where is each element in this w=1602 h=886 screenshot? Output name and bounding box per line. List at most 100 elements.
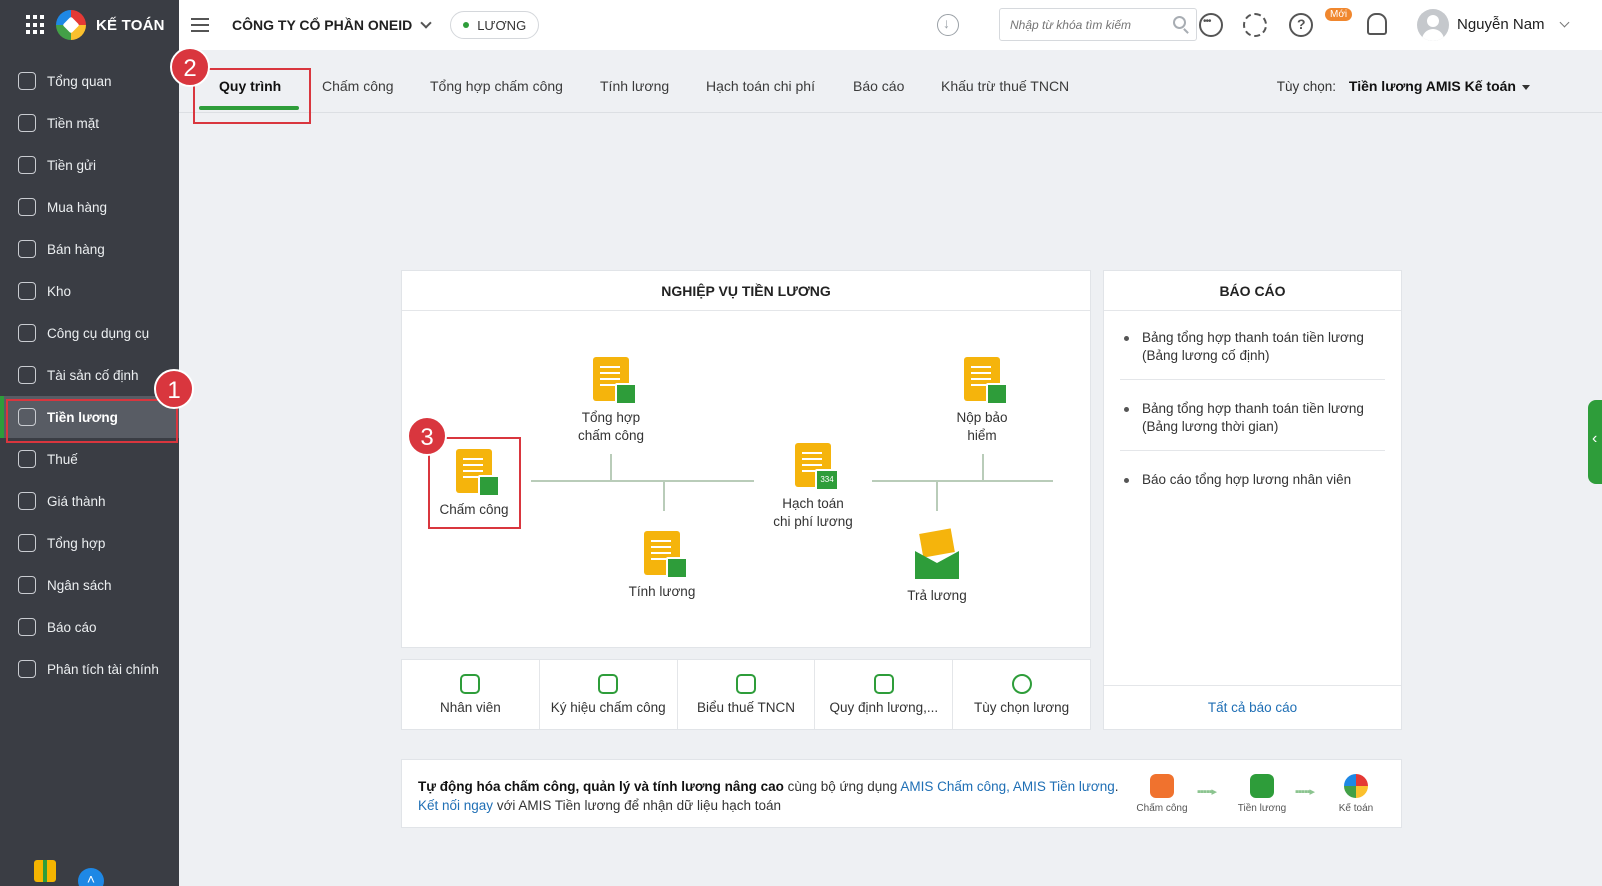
flow-line — [663, 481, 665, 511]
insurance-shield-icon — [964, 357, 1008, 405]
sidebar-item-dashboard[interactable]: Tổng quan — [0, 60, 179, 102]
node-insurance[interactable]: Nộp bảo hiểm — [937, 357, 1027, 445]
flow-line — [531, 480, 754, 482]
money-bag-icon — [18, 114, 36, 132]
node-salary-calculation[interactable]: Tính lương — [617, 531, 707, 601]
tab-pit-deduction[interactable]: Khấu trừ thuế TNCN — [941, 78, 1069, 94]
employee-icon — [460, 674, 481, 694]
arrow-right-icon: ▪▪▪▪▪▸ — [1197, 786, 1217, 798]
tab-reports[interactable]: Báo cáo — [853, 78, 904, 94]
sidebar-item-financial-analysis[interactable]: Phân tích tài chính — [0, 648, 179, 690]
download-icon[interactable] — [937, 14, 959, 36]
chevron-down-icon[interactable] — [1559, 17, 1570, 28]
new-badge: Mới — [1325, 8, 1353, 21]
sidebar-item-tax[interactable]: Thuế — [0, 438, 179, 480]
side-panel-toggle[interactable] — [1588, 400, 1602, 484]
sidebar-item-label: Kho — [47, 283, 72, 299]
tool-salary-rules[interactable]: Quy định lương,... — [815, 660, 954, 729]
search-icon[interactable] — [1173, 16, 1186, 29]
cart-icon — [18, 240, 36, 258]
banner-text: Tự động hóa chấm công, quản lý và tính l… — [418, 777, 1138, 815]
sidebar-item-reports[interactable]: Báo cáo — [0, 606, 179, 648]
tool-label: Biểu thuế TNCN — [696, 700, 796, 715]
report-item[interactable]: Bảng tổng hợp thanh toán tiền lương (Bản… — [1120, 329, 1385, 380]
sidebar-item-label: Tiền gửi — [47, 157, 97, 173]
app-grid-icon[interactable] — [26, 15, 46, 35]
cost-accounting-icon: 334 — [795, 443, 839, 491]
flow-line — [610, 454, 612, 481]
highlight-box-attendance — [428, 437, 521, 529]
salary-calculator-icon — [644, 531, 688, 579]
sidebar-item-sales[interactable]: Bán hàng — [0, 228, 179, 270]
app-attendance[interactable]: Chấm công — [1132, 774, 1192, 814]
report-item-line: Báo cáo tổng hợp lương nhân viên — [1142, 472, 1352, 487]
settings-icon — [1011, 674, 1032, 694]
tool-label: Tùy chọn lương — [973, 700, 1070, 715]
scroll-up-icon[interactable]: ˄ — [78, 868, 104, 886]
sidebar-item-summary[interactable]: Tổng hợp — [0, 522, 179, 564]
banner-headline: Tự động hóa chấm công, quản lý và tính l… — [418, 779, 784, 794]
node-attendance-summary[interactable]: Tổng hợp chấm công — [566, 357, 656, 445]
sidebar-item-inventory[interactable]: Kho — [0, 270, 179, 312]
tool-salary-options[interactable]: Tùy chọn lương — [953, 660, 1090, 729]
tab-cost-accounting[interactable]: Hạch toán chi phí — [706, 78, 815, 94]
app-payroll[interactable]: Tiền lương — [1232, 774, 1292, 814]
tab-attendance-summary[interactable]: Tổng hợp chấm công — [430, 78, 563, 94]
tool-pit-tax-table[interactable]: Biểu thuế TNCN — [678, 660, 816, 729]
tab-process[interactable]: Quy trình — [219, 78, 281, 94]
tab-attendance[interactable]: Chấm công — [322, 78, 394, 94]
caret-down-icon[interactable] — [1522, 85, 1530, 90]
dashboard-icon — [18, 72, 36, 90]
apps-link[interactable]: AMIS Chấm công, AMIS Tiền lương — [900, 779, 1114, 794]
sidebar-item-budget[interactable]: Ngân sách — [0, 564, 179, 606]
flow-line — [872, 480, 1053, 482]
app-accounting[interactable]: Kế toán — [1326, 774, 1386, 814]
bank-icon — [18, 156, 36, 174]
node-label: Tính lương — [628, 584, 696, 599]
sidebar-item-label: Tổng hợp — [47, 535, 106, 551]
help-icon[interactable] — [1289, 13, 1313, 37]
bell-icon[interactable] — [1367, 13, 1387, 35]
tab-salary-calculation[interactable]: Tính lương — [600, 78, 669, 94]
tool-label: Nhân viên — [440, 700, 501, 715]
flow-line — [936, 481, 938, 511]
price-tag-icon — [18, 492, 36, 510]
more-options-icon[interactable] — [1199, 13, 1223, 37]
avatar[interactable] — [1417, 9, 1449, 41]
sidebar-item-purchase[interactable]: Mua hàng — [0, 186, 179, 228]
payroll-app-icon — [1250, 774, 1274, 798]
attendance-app-icon — [1150, 774, 1174, 798]
report-item-line: Bảng tổng hợp thanh toán tiền lương — [1142, 401, 1364, 416]
sidebar-item-deposit[interactable]: Tiền gửi — [0, 144, 179, 186]
tool-attendance-codes[interactable]: Ký hiệu chấm công — [540, 660, 678, 729]
sidebar-item-label: Công cụ dụng cụ — [47, 325, 150, 341]
username[interactable]: Nguyễn Nam — [1457, 16, 1545, 33]
report-item[interactable]: Bảng tổng hợp thanh toán tiền lương (Bản… — [1120, 400, 1385, 451]
tax-table-icon — [735, 674, 756, 694]
callout-step-3: 3 — [407, 416, 447, 456]
sidebar-item-tools[interactable]: Công cụ dụng cụ — [0, 312, 179, 354]
search-box[interactable] — [999, 8, 1197, 41]
hamburger-menu-icon[interactable] — [191, 18, 209, 32]
module-badge[interactable]: LƯƠNG — [450, 11, 540, 39]
company-selector[interactable]: CÔNG TY CỔ PHẦN ONEID — [232, 17, 432, 33]
node-cost-accounting[interactable]: 334 Hạch toán chi phí lương — [754, 443, 872, 531]
search-input[interactable] — [1010, 17, 1170, 32]
sidebar-item-label: Tài sản cố định — [47, 367, 139, 383]
connect-now-link[interactable]: Kết nối ngay — [418, 798, 493, 813]
gear-icon[interactable] — [1243, 13, 1267, 37]
sidebar-item-payroll[interactable]: Tiền lương — [0, 396, 179, 438]
payroll-icon — [18, 408, 36, 426]
all-reports-link[interactable]: Tất cả báo cáo — [1104, 685, 1401, 729]
gift-icon[interactable] — [34, 860, 56, 882]
sidebar-item-cash[interactable]: Tiền mặt — [0, 102, 179, 144]
reports-card: BÁO CÁO Bảng tổng hợp thanh toán tiền lư… — [1103, 270, 1402, 730]
sidebar-item-cost[interactable]: Giá thành — [0, 480, 179, 522]
tool-employees[interactable]: Nhân viên — [402, 660, 540, 729]
sidebar-item-fixed-assets[interactable]: Tài sản cố định — [0, 354, 179, 396]
sidebar-item-label: Phân tích tài chính — [47, 661, 159, 677]
node-pay-salary[interactable]: Trả lương — [892, 539, 982, 605]
report-item[interactable]: Báo cáo tổng hợp lương nhân viên — [1120, 471, 1385, 503]
summary-icon — [18, 534, 36, 552]
options-select[interactable]: Tiền lương AMIS Kế toán — [1349, 78, 1516, 94]
